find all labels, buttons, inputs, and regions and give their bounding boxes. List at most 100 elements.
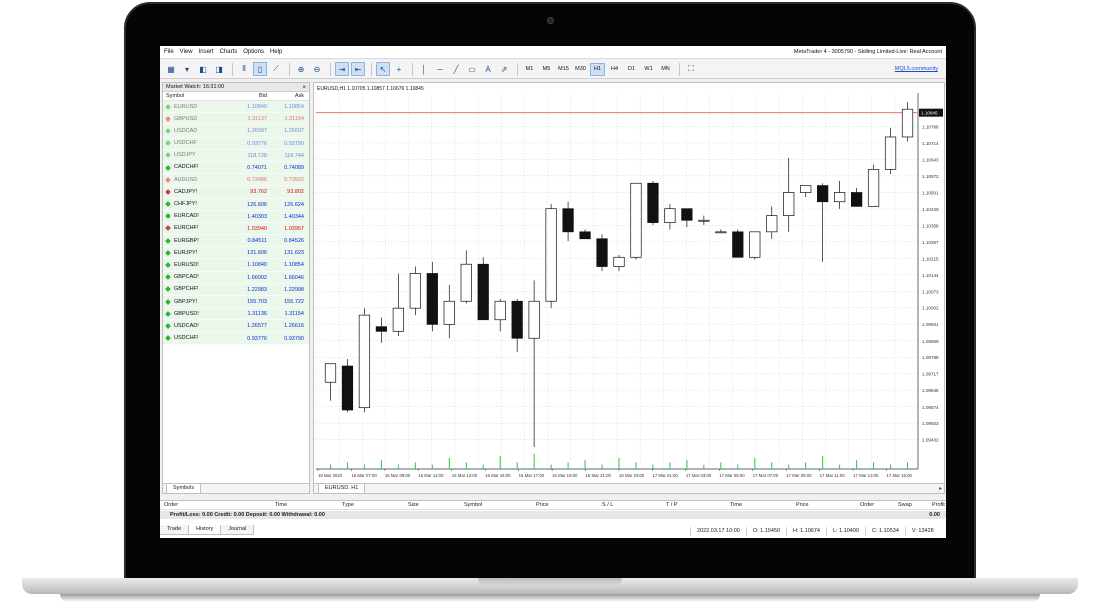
timeframe-d1[interactable]: D1 [624, 63, 639, 76]
timeframe-m30[interactable]: M30 [573, 63, 588, 76]
market-watch-row[interactable]: AUDUSD 0.73486 0.73502 [163, 174, 309, 187]
mql5-community-link[interactable]: MQL5.community [895, 66, 938, 72]
terminal-column[interactable]: T / P [666, 501, 678, 510]
timeframe-m5[interactable]: M5 [539, 63, 554, 76]
menu-view[interactable]: View [180, 49, 193, 55]
candle-bull [664, 208, 676, 223]
candle-bull [698, 219, 710, 222]
tab-symbols[interactable]: Symbols [166, 483, 202, 493]
symbol-name: USDCAD [174, 127, 198, 134]
text-icon[interactable]: A [481, 62, 495, 76]
market-watch-row[interactable]: USDCHF 0.93776 0.93790 [163, 137, 309, 150]
tab-trade[interactable]: Trade [160, 525, 190, 535]
bid-cell: 1.10840 [247, 262, 267, 269]
tab-journal[interactable]: Journal [220, 525, 255, 535]
symbol-name: EURGBP! [174, 237, 199, 244]
market-watch-title: Market Watch: 16:31:00 × [163, 83, 309, 92]
scroll-right-icon[interactable]: ▸ [939, 485, 942, 492]
candlestick-chart[interactable]: 1.10786 1.10714 1.10643 1.10572 1.10501 1.104… [314, 83, 944, 483]
terminal-column[interactable]: S / L [602, 501, 613, 510]
market-watch-row[interactable]: CADCHF! 0.74071 0.74089 [163, 161, 309, 175]
menu-options[interactable]: Options [243, 49, 264, 55]
arrows-icon[interactable]: ⇗ [497, 62, 511, 76]
market-watch-row[interactable]: GBPJPY! 155.703 155.722 [163, 296, 309, 309]
timeframe-h1[interactable]: H1 [590, 62, 605, 76]
terminal-column[interactable]: Time [275, 501, 287, 510]
trendline-icon[interactable]: ╱ [449, 62, 463, 76]
terminal-column[interactable]: Price [536, 501, 549, 510]
market-watch-row[interactable]: EURJPY! 131.606 131.623 [163, 247, 309, 260]
bid-cell: 0.74071 [247, 164, 267, 171]
terminal-column[interactable]: Size [408, 501, 419, 510]
candlestick-icon[interactable]: ▯ [253, 62, 267, 76]
menu-help[interactable]: Help [270, 49, 282, 55]
terminal-column[interactable]: Symbol [464, 501, 482, 510]
x-tick-label: 17 Mar 13:00 [853, 473, 879, 478]
tab-eurusd-h1[interactable]: EURUSD, H1 [318, 483, 366, 493]
column-ask[interactable]: Ask [269, 92, 307, 100]
status-bar: 2022.03.17 10:00 O: 1.10450 H: 1.10674 L… [690, 527, 940, 536]
close-icon[interactable]: × [302, 84, 306, 93]
menu-file[interactable]: File [164, 49, 174, 55]
crosshair-icon[interactable]: + [392, 62, 406, 76]
terminal-column[interactable]: Order [860, 501, 874, 510]
vertical-line-icon[interactable]: │ [417, 62, 431, 76]
symbol-cell: GBPUSD [163, 113, 233, 124]
symbol-name: EURCHF! [174, 225, 199, 232]
column-symbol[interactable]: Symbol [163, 92, 233, 100]
market-watch-row[interactable]: USDCAD! 1.26577 1.26616 [163, 320, 309, 333]
profiles-icon[interactable]: ▾ [180, 62, 194, 76]
market-watch-row[interactable]: USDCAD 1.26587 1.26607 [163, 125, 309, 138]
x-tick-label: 17 Mar 15:00 [887, 473, 913, 478]
menu-insert[interactable]: Insert [199, 49, 214, 55]
timeframe-mn[interactable]: MN [658, 63, 673, 76]
y-tick-label: 1.10786 [922, 124, 939, 129]
timeframe-w1[interactable]: W1 [641, 63, 656, 76]
market-watch-row[interactable]: USDCHF! 0.93776 0.93790 [163, 332, 309, 345]
market-watch-row[interactable]: USDJPY 118.728 118.744 [163, 149, 309, 162]
market-watch-row[interactable]: CHFJPY! 126.606 126.624 [163, 198, 309, 211]
terminal-column[interactable]: Type [342, 501, 354, 510]
market-watch-row[interactable]: EURUSD! 1.10840 1.10854 [163, 259, 309, 272]
bid-cell: 0.93776 [247, 335, 267, 342]
bar-chart-icon[interactable]: ⫴ [237, 62, 251, 76]
line-chart-icon[interactable]: ⟋ [269, 62, 283, 76]
chart-tabs: EURUSD, H1 ▸ [314, 483, 944, 493]
terminal-column[interactable]: Time [730, 501, 742, 510]
column-bid[interactable]: Bid [233, 92, 269, 100]
zoom-in-icon[interactable]: ⊕ [294, 62, 308, 76]
market-watch-row[interactable]: EURGBP! 0.84511 0.84526 [163, 235, 309, 248]
timeframe-m1[interactable]: M1 [522, 63, 537, 76]
candle-bull [800, 185, 812, 193]
fullscreen-icon[interactable]: ⛶ [684, 62, 698, 76]
market-watch-row[interactable]: GBPUSD! 1.31136 1.31154 [163, 308, 309, 321]
market-watch-row[interactable]: GBPCAD! 1.66002 1.66046 [163, 271, 309, 284]
terminal-column[interactable]: Order [164, 501, 178, 510]
market-watch-row[interactable]: EURUSD 1.10840 1.10854 [163, 101, 309, 114]
symbol-name: GBPCAD! [174, 274, 199, 281]
terminal-column[interactable]: Price [796, 501, 809, 510]
timeframe-m15[interactable]: M15 [556, 63, 571, 76]
market-watch-row[interactable]: GBPUSD 1.31137 1.31154 [163, 113, 309, 126]
up-tick-icon [165, 274, 171, 281]
terminal-column[interactable]: Swap [898, 501, 912, 510]
tab-history[interactable]: History [188, 525, 222, 535]
market-watch-icon[interactable]: ◧ [196, 62, 210, 76]
ask-cell: 1.26616 [284, 323, 304, 330]
new-chart-icon[interactable]: ▦ [164, 62, 178, 76]
market-watch-row[interactable]: EURCAD! 1.40303 1.40344 [163, 210, 309, 223]
menu-charts[interactable]: Charts [220, 49, 238, 55]
horizontal-line-icon[interactable]: ─ [433, 62, 447, 76]
chart-shift-icon[interactable]: ⇤ [351, 62, 365, 76]
terminal-column[interactable]: Profit [932, 501, 945, 510]
zoom-out-icon[interactable]: ⊖ [310, 62, 324, 76]
autoscroll-icon[interactable]: ⇥ [335, 62, 349, 76]
text-label-icon[interactable]: ▭ [465, 62, 479, 76]
market-watch-row[interactable]: EURCHF! 1.03940 1.03957 [163, 222, 309, 236]
market-watch-row[interactable]: CADJPY! 93.762 93.802 [163, 186, 309, 199]
timeframe-h4[interactable]: H4 [607, 63, 622, 76]
cursor-icon[interactable]: ↖ [376, 62, 390, 76]
market-watch-row[interactable]: GBPCHF! 1.22983 1.22998 [163, 283, 309, 296]
ask-cell: 93.802 [287, 189, 304, 196]
navigator-icon[interactable]: ◨ [212, 62, 226, 76]
